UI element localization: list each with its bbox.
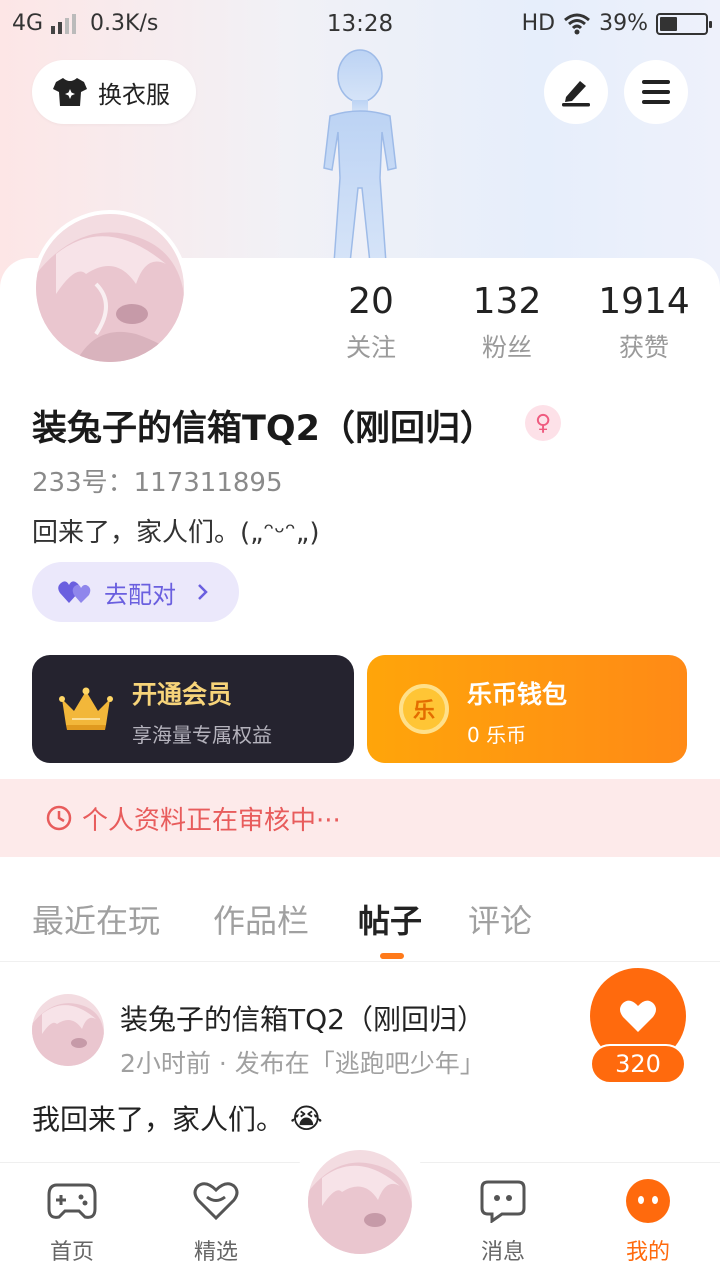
coin-icon: 乐 xyxy=(399,684,449,734)
post-meta: 2小时前 · 发布在「逃跑吧少年」 xyxy=(120,1049,485,1078)
nav-home[interactable]: 首页 xyxy=(22,1176,122,1266)
nav-me-label: 我的 xyxy=(625,1240,670,1265)
tab-comments[interactable]: 评论 xyxy=(468,896,532,942)
chat-bubble-icon xyxy=(480,1180,526,1223)
following-count: 20 xyxy=(348,281,394,322)
profile-face-icon xyxy=(626,1179,670,1223)
edit-profile-button[interactable] xyxy=(544,60,608,124)
wallet-balance: 0 乐币 xyxy=(467,723,527,747)
battery-level xyxy=(660,16,678,31)
post-text: 我回来了，家人们。 xyxy=(32,1103,285,1136)
profile-tabs: 最近在玩 作品栏 帖子 评论 xyxy=(0,890,720,962)
post-author-name[interactable]: 装兔子的信箱TQ2（刚回归） xyxy=(120,998,485,1038)
tab-posts[interactable]: 帖子 xyxy=(358,896,422,942)
post-avatar-image xyxy=(32,994,104,1066)
female-gender-icon: ♀ xyxy=(525,405,561,441)
nav-home-label: 首页 xyxy=(49,1240,94,1265)
crown-icon xyxy=(59,687,113,730)
heart-smile-icon xyxy=(193,1182,239,1221)
nav-featured[interactable]: 精选 xyxy=(166,1176,266,1266)
profile-avatar[interactable] xyxy=(32,210,188,366)
profile-bio: 回来了，家人们。(„ᵔᵕᵔ„) xyxy=(32,518,320,548)
change-outfit-label: 换衣服 xyxy=(98,80,170,109)
stat-following[interactable]: 20 关注 xyxy=(301,280,441,364)
stat-followers[interactable]: 132 粉丝 xyxy=(437,280,577,364)
battery-percent: 39% xyxy=(599,11,648,36)
coin-wallet-card[interactable]: 乐 乐币钱包 0 乐币 xyxy=(367,655,687,763)
profile-review-notice: 个人资料正在审核中··· xyxy=(0,779,720,857)
tab-works[interactable]: 作品栏 xyxy=(213,896,309,942)
heart-icon xyxy=(620,1000,656,1032)
crying-emoji-icon: 😭 xyxy=(290,1101,323,1135)
post-author-avatar[interactable] xyxy=(32,994,104,1066)
gamepad-icon xyxy=(47,1183,97,1219)
likes-count: 1914 xyxy=(598,281,690,322)
tshirt-icon xyxy=(53,78,87,106)
user-id: 233号：117311895 xyxy=(32,468,283,498)
battery-icon xyxy=(656,12,712,35)
wallet-title: 乐币钱包 xyxy=(467,680,568,709)
followers-count: 132 xyxy=(472,281,542,322)
status-bar: 4G 0.3K/s 13:28 HD 39% xyxy=(0,0,720,50)
vip-membership-card[interactable]: 开通会员 享海量专属权益 xyxy=(32,655,354,763)
following-label: 关注 xyxy=(345,333,396,362)
profile-name: 装兔子的信箱TQ2（刚回归） xyxy=(32,409,495,449)
nav-me[interactable]: 我的 xyxy=(598,1176,698,1266)
double-heart-icon xyxy=(58,581,91,603)
review-notice-text: 个人资料正在审核中··· xyxy=(82,805,341,836)
avatar-hologram-figure xyxy=(323,49,397,264)
post-content[interactable]: 我回来了，家人们。 😭 xyxy=(32,1098,323,1138)
hamburger-menu-icon xyxy=(642,80,670,104)
nav-center-avatar[interactable] xyxy=(304,1146,416,1258)
nav-center-avatar-image xyxy=(308,1150,412,1254)
followers-label: 粉丝 xyxy=(481,333,532,362)
match-button[interactable]: 去配对 xyxy=(32,562,239,622)
coin-glyph: 乐 xyxy=(412,699,435,724)
avatar-image xyxy=(36,214,184,362)
change-outfit-button[interactable]: 换衣服 xyxy=(32,60,196,124)
like-count: 320 xyxy=(590,1044,686,1084)
match-label: 去配对 xyxy=(104,580,176,609)
chevron-right-icon xyxy=(198,584,208,600)
nav-messages-label: 消息 xyxy=(480,1240,525,1265)
nav-messages[interactable]: 消息 xyxy=(453,1176,553,1266)
active-tab-indicator xyxy=(380,953,404,959)
vip-subtitle: 享海量专属权益 xyxy=(132,723,272,747)
vip-title: 开通会员 xyxy=(132,680,233,709)
wifi-icon xyxy=(564,13,591,34)
tab-recently-played[interactable]: 最近在玩 xyxy=(32,896,160,942)
clock-icon xyxy=(46,805,72,831)
pen-icon xyxy=(562,81,590,107)
hd-indicator: HD xyxy=(521,11,556,36)
likes-label: 获赞 xyxy=(618,333,669,362)
menu-button[interactable] xyxy=(624,60,688,124)
stat-likes[interactable]: 1914 获赞 xyxy=(574,280,714,364)
nav-featured-label: 精选 xyxy=(193,1240,238,1265)
